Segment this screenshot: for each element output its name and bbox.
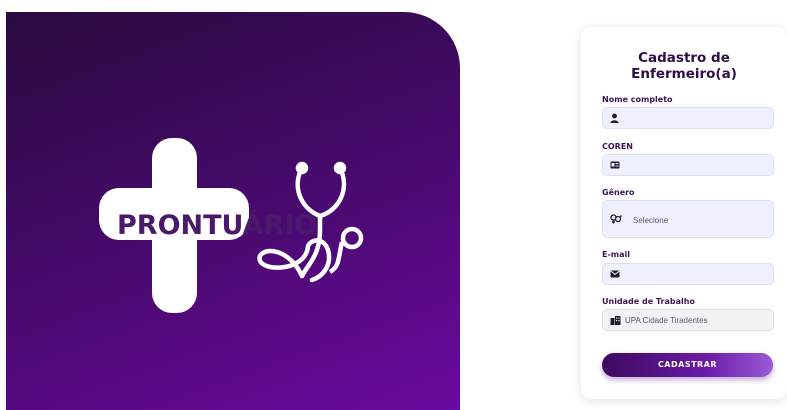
title-line-2: Enfermeiro(a) xyxy=(631,66,737,82)
brand-panel: PRONTUÁRIO xyxy=(6,12,460,410)
email-input[interactable] xyxy=(602,263,774,285)
label-genero: Gênero xyxy=(602,188,635,197)
cadastrar-button[interactable]: CADASTRAR xyxy=(602,353,773,377)
coren-input[interactable] xyxy=(602,154,774,176)
label-coren: COREN xyxy=(602,142,633,151)
unidade-trabalho-value: UPA Cidade Tiradentes xyxy=(625,316,708,325)
registration-card: Cadastro de Enfermeiro(a) Nome completo … xyxy=(581,27,787,399)
gender-icon xyxy=(610,214,622,226)
person-icon xyxy=(610,113,619,125)
nome-completo-input[interactable] xyxy=(602,107,774,129)
prontuario-logo: PRONTUÁRIO xyxy=(99,138,364,313)
label-unidade-trabalho: Unidade de Trabalho xyxy=(602,297,695,306)
form-title: Cadastro de Enfermeiro(a) xyxy=(581,50,787,82)
id-card-icon xyxy=(610,161,620,171)
building-icon xyxy=(610,316,621,327)
genero-placeholder: Selecione xyxy=(633,216,669,225)
logo-text: PRONTUÁRIO xyxy=(117,209,317,241)
label-nome-completo: Nome completo xyxy=(602,95,673,104)
unidade-trabalho-field: UPA Cidade Tiradentes xyxy=(602,309,774,331)
label-email: E-mail xyxy=(602,250,631,259)
envelope-icon xyxy=(610,270,620,280)
genero-select[interactable]: Selecione xyxy=(602,200,774,238)
title-line-1: Cadastro de xyxy=(638,50,730,66)
